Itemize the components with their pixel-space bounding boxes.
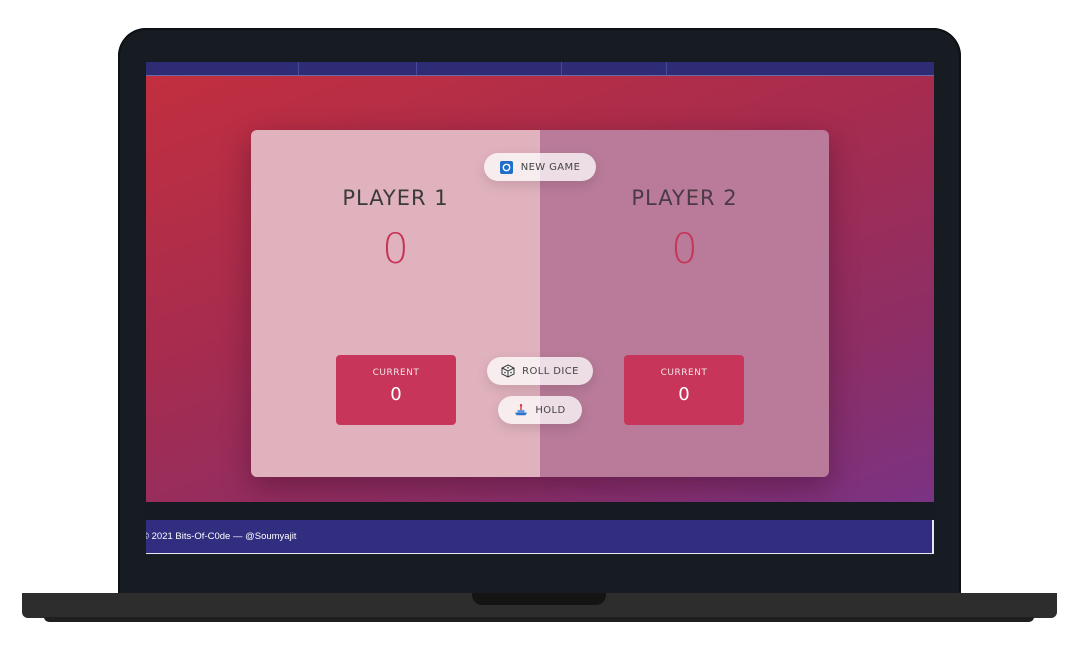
top-navbar: [146, 62, 934, 76]
dice-icon: [501, 364, 515, 378]
navbar-divider: [666, 62, 667, 75]
hold-button[interactable]: HOLD: [498, 396, 582, 424]
hold-icon: [514, 403, 528, 417]
footer: © 2021 Bits-Of-C0de — @Soumyajit: [146, 520, 934, 554]
roll-dice-button[interactable]: ROLL DICE: [487, 357, 593, 385]
laptop-screen: PLAYER 1 0 CURRENT 0 PLAYER 2 0 CURRENT …: [146, 62, 934, 555]
player-2-current-label: CURRENT: [660, 368, 708, 378]
player-2-current-box: CURRENT 0: [624, 355, 744, 425]
player-1-current-box: CURRENT 0: [336, 355, 456, 425]
player-1-current-label: CURRENT: [372, 368, 420, 378]
refresh-icon: [500, 160, 514, 174]
footer-text: © 2021 Bits-Of-C0de — @Soumyajit: [146, 531, 297, 542]
player-2-panel: PLAYER 2 0 CURRENT 0: [540, 130, 829, 477]
player-2-score: 0: [671, 224, 698, 273]
new-game-button[interactable]: NEW GAME: [484, 153, 596, 181]
navbar-divider: [298, 62, 299, 75]
roll-dice-label: ROLL DICE: [522, 365, 579, 377]
player-1-panel: PLAYER 1 0 CURRENT 0: [251, 130, 540, 477]
player-2-current-value: 0: [678, 384, 690, 405]
navbar-divider: [416, 62, 417, 75]
game-background: PLAYER 1 0 CURRENT 0 PLAYER 2 0 CURRENT …: [146, 76, 934, 502]
laptop-notch: [472, 593, 606, 605]
player-1-name: PLAYER 1: [342, 186, 449, 210]
navbar-divider: [561, 62, 562, 75]
player-1-score: 0: [382, 224, 409, 273]
hold-label: HOLD: [535, 404, 566, 416]
player-1-current-value: 0: [390, 384, 402, 405]
laptop-base-shadow: [44, 617, 1034, 622]
player-2-name: PLAYER 2: [631, 186, 738, 210]
divider-strip: [146, 502, 934, 520]
new-game-label: NEW GAME: [520, 161, 581, 173]
game-board: PLAYER 1 0 CURRENT 0 PLAYER 2 0 CURRENT …: [251, 130, 829, 477]
